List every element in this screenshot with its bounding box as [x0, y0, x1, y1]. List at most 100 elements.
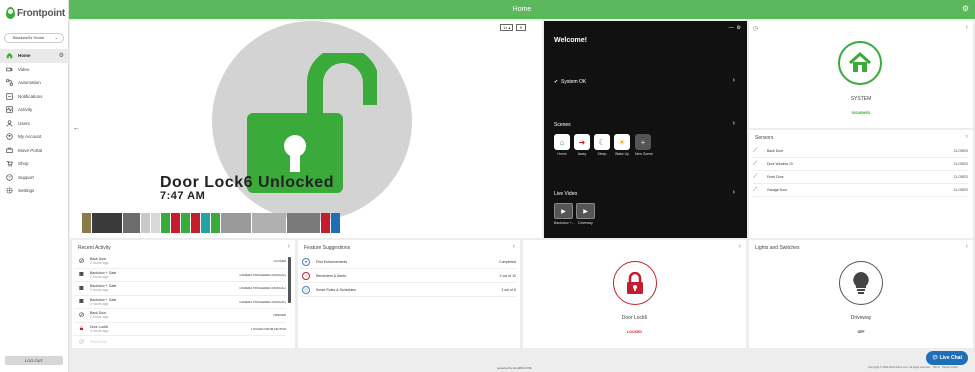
- chevron-right-icon[interactable]: ›: [966, 133, 968, 140]
- sidebar-item-activity[interactable]: Activity: [0, 103, 69, 117]
- sensor-status: CLOSED: [953, 188, 968, 192]
- copyright-text: Copyright © 2000-2024 Alarm.com. All rig…: [868, 366, 931, 369]
- system-status-row[interactable]: ✔ System OK ›: [554, 77, 735, 85]
- activity-text: Front Door: [90, 340, 107, 344]
- chevron-right-icon[interactable]: ›: [513, 243, 515, 250]
- minimize-icon[interactable]: —: [729, 25, 734, 31]
- terms-link[interactable]: Terms: [933, 366, 940, 369]
- thumbnail-unlock[interactable]: [211, 213, 220, 233]
- thumbnail-camera[interactable]: [287, 213, 320, 233]
- sidebar-item-notifications[interactable]: Notifications: [0, 90, 69, 104]
- home-selector-value: Blackwell's Home: [13, 35, 45, 40]
- thumbnail-camera[interactable]: [221, 213, 251, 233]
- activity-row[interactable]: ◙ Backdoor + Gate 2 hours ago CAMERA TRIG…: [74, 269, 286, 282]
- activity-status: CAMERA TRIGGERED (MANUAL): [239, 272, 286, 277]
- sidebar-item-my-account[interactable]: My Account: [0, 130, 69, 144]
- chevron-right-icon[interactable]: ›: [739, 243, 741, 250]
- privacy-link[interactable]: Privacy Policy: [942, 366, 958, 369]
- history-icon[interactable]: ◷: [753, 25, 758, 32]
- system-status-circle[interactable]: [838, 41, 882, 85]
- sidebar-item-settings[interactable]: Settings: [0, 184, 69, 198]
- live-chat-button[interactable]: 💬︎ Live Chat: [926, 351, 968, 365]
- schedule-icon: ◷: [302, 285, 310, 294]
- activity-time: 2 hours ago: [90, 301, 109, 306]
- gear-icon[interactable]: ⚙: [59, 52, 64, 59]
- thumbnail-unlock[interactable]: [161, 213, 170, 233]
- thumbnail-camera[interactable]: [82, 213, 91, 233]
- sensor-icon: ⟋: [753, 186, 758, 193]
- sidebar-item-label: Video: [18, 66, 30, 72]
- video-icon: [6, 66, 13, 73]
- arrow-left-icon[interactable]: ←: [73, 125, 80, 132]
- thumbnail-camera[interactable]: [151, 213, 160, 233]
- activity-row[interactable]: ⊘ Front Door: [74, 336, 286, 348]
- scene-label: Away: [577, 152, 587, 156]
- logout-button[interactable]: LOG OUT: [5, 356, 63, 365]
- scene-label: New Scene: [635, 152, 653, 156]
- frontpoint-logo[interactable]: Frontpoint: [6, 7, 65, 19]
- suggestion-row[interactable]: ! Reminders & Alerts 2 out of 10: [300, 269, 516, 283]
- new-scene-button[interactable]: + New Scene: [635, 134, 653, 156]
- activity-row[interactable]: 🔒︎ Door Lock6 4 hours ago LOCKED FROM KEY…: [74, 323, 286, 336]
- sensor-row[interactable]: ⟋ Back Door CLOSED: [753, 145, 968, 158]
- light-toggle-button[interactable]: [839, 261, 883, 305]
- camera-icon: ◙: [79, 271, 84, 279]
- activity-row[interactable]: ⊘ Back Door 2 hours ago CLOSED: [74, 255, 286, 269]
- thumbnail-sensor[interactable]: [201, 213, 210, 233]
- sensor-row[interactable]: ⟋ Garage Door CLOSED: [753, 184, 968, 197]
- sensor-row[interactable]: ⟋ Front Door CLOSED: [753, 171, 968, 184]
- live-video-row[interactable]: Live Video ›: [554, 189, 735, 197]
- sidebar-item-home[interactable]: Home ⚙: [0, 49, 69, 63]
- lock-status: LOCKED: [627, 330, 642, 334]
- account-icon: [6, 133, 13, 140]
- activity-status: OPENED: [273, 313, 286, 318]
- activity-row[interactable]: ⊘ Back Door 2 hours ago OPENED: [74, 309, 286, 323]
- sidebar-item-users[interactable]: Users: [0, 117, 69, 131]
- lock-toggle-button[interactable]: [613, 261, 657, 305]
- close-icon[interactable]: ✕: [516, 24, 526, 31]
- play-icon: ▶: [554, 203, 573, 219]
- thumbnail-sensor[interactable]: [331, 213, 340, 233]
- scene-home-button[interactable]: ⌂ Home: [554, 134, 570, 156]
- sidebar-item-video[interactable]: Video: [0, 63, 69, 77]
- thumbnail-camera[interactable]: [141, 213, 150, 233]
- thumbnail-camera[interactable]: [252, 213, 286, 233]
- video-driveway-button[interactable]: ▶ Driveway: [576, 203, 595, 225]
- plus-icon: +: [635, 134, 651, 150]
- scene-wake-up-button[interactable]: ☀ Wake Up: [614, 134, 630, 156]
- home-selector[interactable]: Blackwell's Home ⌄: [4, 33, 64, 43]
- playback-speed-select[interactable]: 1x ▴: [500, 24, 514, 31]
- activity-row[interactable]: ◙ Backdoor + Gate 2 hours ago CAMERA TRIG…: [74, 296, 286, 309]
- activity-status: CLOSED: [273, 259, 286, 264]
- thumbnail-unlock[interactable]: [181, 213, 190, 233]
- sidebar-item-support[interactable]: ? Support: [0, 171, 69, 185]
- suggestion-row[interactable]: ◷ Smart Rules & Schedules 3 out of 6: [300, 283, 516, 297]
- chevron-right-icon[interactable]: ›: [288, 243, 290, 250]
- sensor-row[interactable]: ⟋ Door Window 10 CLOSED: [753, 158, 968, 171]
- thumbnail-camera[interactable]: [123, 213, 140, 233]
- sidebar-item-automation[interactable]: Automation: [0, 76, 69, 90]
- scrollbar[interactable]: [288, 257, 291, 303]
- scene-away-button[interactable]: ➜ Away: [574, 134, 590, 156]
- suggestion-row[interactable]: ★ First Enhancements Completed: [300, 255, 516, 269]
- activity-time: 4 hours ago: [90, 328, 109, 333]
- svg-text:?: ?: [8, 175, 11, 180]
- event-thumbnails: [82, 213, 341, 233]
- gear-icon[interactable]: ⚙: [737, 25, 741, 31]
- thumbnail-lock[interactable]: [321, 213, 330, 233]
- thumbnail-lock[interactable]: [191, 213, 200, 233]
- chevron-right-icon[interactable]: ›: [966, 243, 968, 250]
- sidebar-item-move-portal[interactable]: Move Portal: [0, 144, 69, 158]
- video-backdoor-button[interactable]: ▶ Backdoor +...: [554, 203, 575, 225]
- system-panel[interactable]: ◷ › SYSTEM DISARMED: [749, 21, 973, 128]
- scenes-row[interactable]: Scenes ›: [554, 120, 735, 128]
- thumbnail-camera[interactable]: [92, 213, 122, 233]
- sidebar-item-shop[interactable]: Shop: [0, 157, 69, 171]
- thumbnail-lock[interactable]: [171, 213, 180, 233]
- welcome-title: Welcome!: [554, 37, 587, 44]
- scene-sleep-button[interactable]: ☾ Sleep: [594, 134, 610, 156]
- activity-row[interactable]: ◙ Backdoor + Gate 2 hours ago CAMERA TRIG…: [74, 282, 286, 296]
- chevron-right-icon[interactable]: ›: [966, 24, 968, 31]
- gear-icon[interactable]: ⚙: [962, 4, 969, 13]
- door-lock-panel[interactable]: › Door Lock6 LOCKED: [523, 240, 746, 348]
